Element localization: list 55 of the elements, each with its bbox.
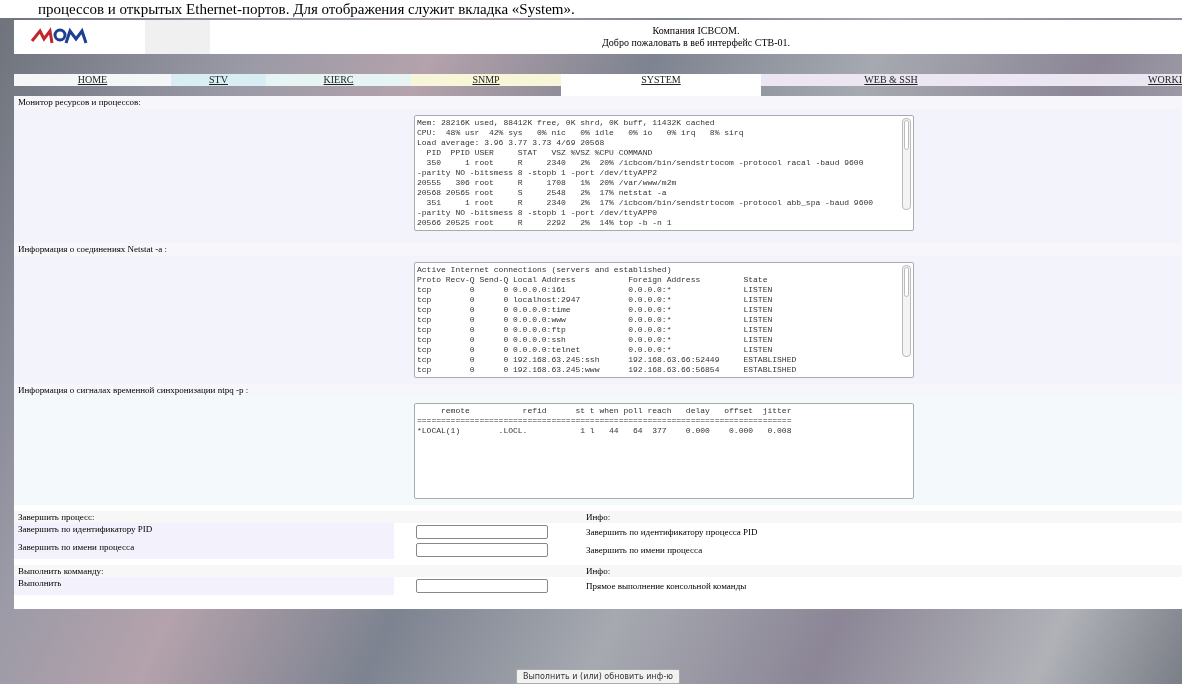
console-line: CPU: 48% usr 42% sys 0% nic 0% idle 0% io 0% irq 8% sirq xyxy=(417,128,745,138)
input-field[interactable] xyxy=(416,543,548,557)
console-line: tcp 0 0 192.168.63.245:ssh 192.168.63.66:52449 ESTABLISHED xyxy=(417,355,798,365)
field-label: Завершить по имени процесса xyxy=(14,541,394,559)
console-line: Mem: 28216K used, 88412K free, 0K shrd, 0K buff, 11432K cached xyxy=(417,118,716,128)
scrollbar-icon[interactable] xyxy=(902,118,911,210)
console-line: ============================================================================== xyxy=(417,416,793,426)
info-text: Завершить по идентификатору процесса PID xyxy=(586,526,758,538)
nav-tab[interactable]: WEB & SSH xyxy=(761,74,1021,86)
console-line: -parity NO -bitsmess 8 -stopb 1 -port /dev/ttyAPP0 xyxy=(417,208,659,218)
info-text: Завершить по имени процесса xyxy=(586,544,703,556)
console-line: 351 1 root R 2340 2% 17% /icbcom/bin/sendstrtocom -protocol abb_spa -baud 9600 xyxy=(425,198,875,208)
section-title: Информация о сигналах временной синхронизации ntpq -p : xyxy=(14,384,1182,397)
section-title: Информация о соединениях Netstat -a : xyxy=(14,243,1182,256)
document-caption: процессов и открытых Ethernet-портов. Для отображения служит вкладка «System». xyxy=(37,0,576,18)
console-line: tcp 0 0 192.168.63.245:www 192.168.63.66:56854 ESTABLISHED xyxy=(417,365,798,375)
section-title: Монитор ресурсов и процессов: xyxy=(14,96,1182,109)
console-line: tcp 0 0 0.0.0.0:161 0.0.0.0:* LISTEN xyxy=(417,285,774,295)
console-line: -parity NO -bitsmess 8 -stopb 1 -port /dev/ttyAPP2 xyxy=(417,168,659,178)
console-line: 350 1 root R 2340 2% 20% /icbcom/bin/sendstrtocom -protocol racal -baud 9600 xyxy=(425,158,865,168)
header-block xyxy=(145,20,210,54)
info-title: Инфо: xyxy=(586,511,611,523)
console-line: tcp 0 0 0.0.0.0:telnet 0.0.0.0:* LISTEN xyxy=(417,345,774,355)
nav-tab[interactable]: KIERC xyxy=(266,74,411,86)
console-line: Load average: 3.96 3.77 3.73 4/69 20568 xyxy=(417,138,606,148)
console-line: tcp 0 0 0.0.0.0:ssh 0.0.0.0:* LISTEN xyxy=(417,335,774,345)
console-line: 20555 306 root R 1708 1% 20% /var/www/m2m xyxy=(417,178,678,188)
console-line: remote refid st t when poll reach delay offset jitter xyxy=(440,406,793,416)
console-line: *LOCAL(1) .LOCL. 1 l 44 64 377 0.000 0.000 0.008 xyxy=(417,426,793,436)
company-name: Компания ICBCOM. xyxy=(652,25,740,37)
input-field[interactable] xyxy=(416,579,548,593)
info-title: Инфо: xyxy=(586,565,611,577)
console-line: Proto Recv-Q Send-Q Local Address Foreign Address State xyxy=(417,275,769,285)
nav-tab[interactable]: SYSTEM xyxy=(561,74,761,96)
nav-tab[interactable]: SNMP xyxy=(411,74,561,86)
console-line: tcp 0 0 0.0.0.0:www 0.0.0.0:* LISTEN xyxy=(417,315,774,325)
console-line: tcp 0 0 localhost:2947 0.0.0.0:* LISTEN xyxy=(417,295,774,305)
welcome-text: Добро пожаловать в веб интерфейс СТВ-01. xyxy=(601,37,790,49)
refresh-button[interactable]: Выполнить и (или) обновить инф-ю xyxy=(515,669,681,684)
console-line: Active Internet connections (servers and established) xyxy=(417,265,673,275)
field-label: Выполнить xyxy=(14,577,394,595)
field-label: Завершить по идентификатору PID xyxy=(14,523,394,541)
nav-tab[interactable]: WORKI xyxy=(1021,74,1182,86)
console-line: 20568 20565 root S 2548 2% 17% netstat -a xyxy=(417,188,668,198)
nav-tab[interactable]: HOME xyxy=(14,74,171,86)
nav-tab[interactable]: STV xyxy=(171,74,266,86)
form-title: Выполнить комманду: xyxy=(17,565,105,577)
console-line: tcp 0 0 0.0.0.0:time 0.0.0.0:* LISTEN xyxy=(417,305,774,315)
form-title: Завершить процесс: xyxy=(17,511,96,523)
console-line: tcp 0 0 0.0.0.0:ftp 0.0.0.0:* LISTEN xyxy=(417,325,774,335)
console-line: PID PPID USER STAT VSZ %VSZ %CPU COMMAND xyxy=(425,148,654,158)
scrollbar-icon[interactable] xyxy=(902,265,911,357)
info-text: Прямое выполнение консольной команды xyxy=(586,580,747,592)
input-field[interactable] xyxy=(416,525,548,539)
console-line: 20566 20525 root R 2292 2% 14% top -b -n 1 xyxy=(417,218,673,228)
